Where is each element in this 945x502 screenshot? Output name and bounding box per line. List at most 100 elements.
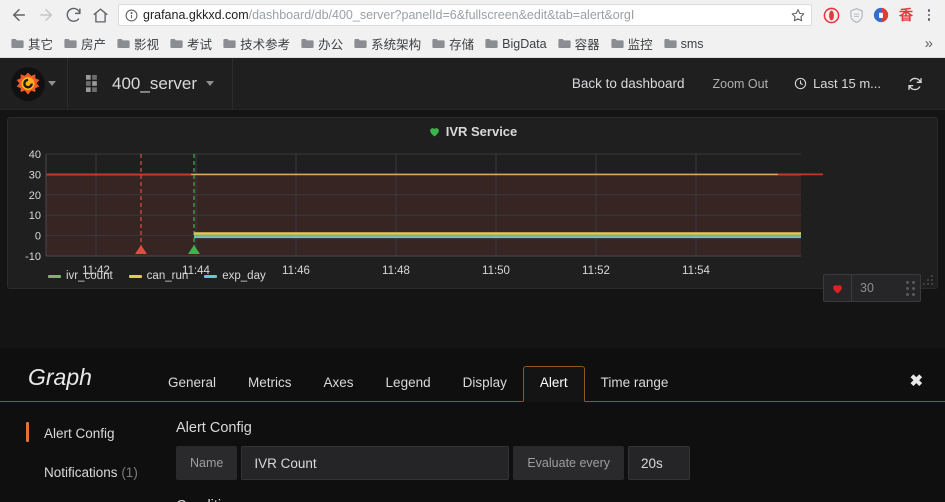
tab-display[interactable]: Display — [447, 375, 523, 401]
bookmark-item[interactable]: 系统架构 — [349, 32, 426, 55]
opera-icon[interactable] — [819, 3, 843, 27]
url-text: grafana.gkkxd.com/dashboard/db/400_serve… — [143, 5, 786, 25]
editor-body: Alert Config Notifications (1) State his… — [0, 402, 945, 502]
svg-text:11:52: 11:52 — [582, 265, 610, 277]
dashboard-chevron-down-icon[interactable] — [206, 81, 215, 86]
bookmark-star-icon[interactable] — [791, 8, 805, 22]
name-label: Name — [176, 446, 238, 480]
panel-editor: Graph General Metrics Axes Legend Displa… — [0, 348, 945, 502]
legend-color-swatch — [128, 274, 142, 278]
editor-side-nav: Alert Config Notifications (1) State his… — [0, 420, 176, 502]
graph-svg: 40 30 20 10 0 -10 11:42 11:44 11:46 11:4… — [25, 149, 823, 277]
bookmark-item[interactable]: 房产 — [59, 32, 111, 55]
svg-text:40: 40 — [29, 149, 41, 161]
close-editor-button[interactable]: ✖ — [910, 371, 945, 401]
legend-label: can_run — [146, 270, 189, 282]
bookmark-label: 影视 — [134, 38, 160, 52]
sidebar-item-state-history[interactable]: State history — [26, 498, 176, 502]
alert-name-row: Name IVR Count Evaluate every 20s — [176, 446, 925, 480]
bookmark-item[interactable]: 容器 — [553, 32, 605, 55]
svg-text:11:48: 11:48 — [382, 265, 410, 277]
panel-header[interactable]: IVR Service — [8, 118, 937, 142]
plot-area[interactable]: 40 30 20 10 0 -10 11:42 11:44 11:46 11:4… — [8, 144, 937, 288]
dashboard-selector[interactable]: 400_server — [68, 57, 234, 110]
browser-toolbar: grafana.gkkxd.com/dashboard/db/400_serve… — [0, 0, 945, 30]
time-range-label: Last 15 m... — [813, 76, 881, 91]
tab-legend[interactable]: Legend — [370, 375, 447, 401]
legend-label: ivr_count — [66, 270, 113, 282]
url-path: /dashboard/db/400_server?panelId=6&fulls… — [248, 8, 635, 22]
bookmark-item[interactable]: 考试 — [165, 32, 217, 55]
bookmark-label: 办公 — [318, 38, 344, 52]
bookmark-label: 其它 — [28, 38, 54, 52]
alert-config-pane: Alert Config Name IVR Count Evaluate eve… — [176, 420, 945, 502]
refresh-button[interactable] — [893, 76, 937, 92]
xiang-icon[interactable]: 香 — [894, 3, 918, 27]
grafana-logo-icon — [11, 66, 45, 101]
panel-resize-handle[interactable] — [923, 275, 933, 285]
chrome-menu-icon[interactable] — [919, 2, 939, 28]
refresh-icon — [908, 77, 922, 90]
tab-axes[interactable]: Axes — [308, 375, 370, 401]
threshold-drag-handle[interactable] — [900, 275, 920, 301]
legend-item[interactable]: can_run — [128, 270, 189, 282]
zoom-out-button[interactable]: Zoom Out — [699, 77, 783, 91]
bookmark-item[interactable]: 其它 — [6, 32, 58, 55]
browser-chrome: grafana.gkkxd.com/dashboard/db/400_serve… — [0, 0, 945, 58]
tab-time-range[interactable]: Time range — [585, 375, 685, 401]
bookmarks-overflow-icon[interactable]: » — [919, 36, 939, 51]
notifications-count: (1) — [121, 465, 138, 480]
site-info-icon[interactable] — [125, 9, 138, 22]
alert-name-input[interactable]: IVR Count — [241, 446, 510, 480]
back-to-dashboard-button[interactable]: Back to dashboard — [558, 76, 699, 91]
svg-text:11:46: 11:46 — [282, 265, 310, 277]
bookmark-item[interactable]: 技术参考 — [218, 32, 295, 55]
threshold-value-input[interactable]: 30 — [852, 281, 900, 295]
editor-tab-bar: Graph General Metrics Axes Legend Displa… — [0, 348, 945, 402]
sidebar-item-notifications[interactable]: Notifications (1) — [26, 459, 176, 486]
legend-item[interactable]: ivr_count — [48, 270, 113, 282]
grafana-navbar: 400_server Back to dashboard Zoom Out La… — [0, 57, 945, 110]
legend-color-swatch — [48, 274, 61, 278]
bookmark-label: 技术参考 — [240, 38, 291, 52]
dashboard-grid-icon — [86, 75, 97, 92]
home-icon[interactable] — [87, 2, 113, 28]
panel-title: IVR Service — [445, 124, 518, 139]
translate-icon[interactable] — [869, 3, 893, 27]
bookmark-item[interactable]: BigData — [480, 35, 551, 53]
bookmark-item[interactable]: sms — [659, 35, 709, 53]
logo-chevron-down-icon[interactable] — [48, 81, 56, 86]
reload-icon[interactable] — [60, 2, 86, 28]
bookmark-item[interactable]: 存储 — [427, 32, 479, 55]
sidebar-item-alert-config[interactable]: Alert Config — [26, 420, 176, 447]
bookmark-label: 监控 — [627, 38, 653, 52]
alert-config-heading: Alert Config — [176, 420, 252, 436]
bookmark-item[interactable]: 监控 — [606, 32, 658, 55]
bookmark-item[interactable]: 影视 — [112, 32, 164, 55]
bookmark-label: 考试 — [187, 38, 213, 52]
legend-item[interactable]: exp_day — [204, 270, 266, 282]
bookmarks-bar: 其它 房产 影视 考试 技术参考 办公 系统架构 存储 BigData 容器 监… — [0, 30, 945, 58]
bookmark-label: 存储 — [449, 38, 475, 52]
grafana-logo-button[interactable] — [0, 57, 68, 110]
address-bar[interactable]: grafana.gkkxd.com/dashboard/db/400_serve… — [118, 4, 812, 26]
time-range-picker[interactable]: Last 15 m... — [782, 76, 893, 91]
tab-alert[interactable]: Alert — [522, 366, 585, 402]
tab-general[interactable]: General — [152, 375, 232, 401]
bookmark-label: BigData — [502, 36, 547, 51]
bookmark-label: 系统架构 — [371, 38, 422, 52]
navbar-actions: Back to dashboard Zoom Out Last 15 m... — [558, 58, 945, 110]
bookmark-label: 房产 — [81, 38, 107, 52]
grafana-app: 400_server Back to dashboard Zoom Out La… — [0, 57, 945, 502]
back-arrow-icon[interactable] — [6, 2, 32, 28]
dashboard-title: 400_server — [112, 73, 198, 93]
tab-metrics[interactable]: Metrics — [232, 375, 308, 401]
sidebar-item-label: Notifications — [44, 465, 118, 480]
svg-text:30: 30 — [29, 169, 41, 181]
threshold-handle[interactable]: 30 — [823, 274, 921, 302]
evaluate-every-input[interactable]: 20s — [628, 446, 691, 480]
svg-text:11:54: 11:54 — [682, 265, 711, 277]
shield-icon[interactable] — [844, 3, 868, 27]
editor-title: Graph — [28, 364, 92, 390]
bookmark-item[interactable]: 办公 — [296, 32, 348, 55]
